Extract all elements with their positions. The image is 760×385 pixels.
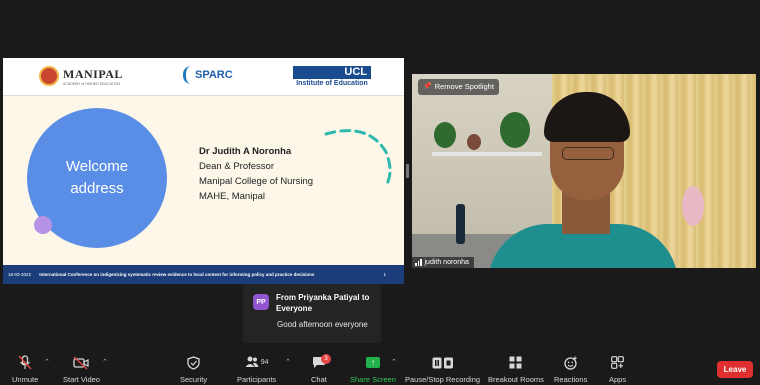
manipal-logo-subtitle: ACADEMY of HIGHER EDUCATION bbox=[63, 81, 121, 86]
manipal-logo-name: MANIPAL bbox=[63, 66, 123, 81]
slide-page-number: 1 bbox=[383, 272, 386, 277]
connection-signal-icon bbox=[415, 259, 422, 266]
pause-stop-recording-button[interactable]: Pause/Stop Recording bbox=[405, 355, 480, 384]
slide-footer-conference: International Conference on indigenizing… bbox=[39, 272, 315, 277]
participants-button[interactable]: 94 Participants bbox=[237, 355, 276, 384]
ucl-logo-subtitle: Institute of Education bbox=[296, 80, 368, 87]
video-off-icon bbox=[73, 355, 90, 370]
sparc-logo: SPARC bbox=[183, 66, 233, 84]
reactions-button[interactable]: Reactions bbox=[554, 355, 587, 384]
share-screen-button[interactable]: ↑ Share Screen bbox=[350, 355, 396, 384]
ucl-logo-name: UCL bbox=[293, 66, 371, 79]
chat-label: Chat bbox=[311, 375, 327, 384]
breakout-rooms-button[interactable]: Breakout Rooms bbox=[488, 355, 544, 384]
shield-icon bbox=[187, 355, 200, 370]
speaker-org: MAHE, Manipal bbox=[199, 191, 265, 202]
pause-stop-recording-label: Pause/Stop Recording bbox=[405, 375, 481, 384]
pin-icon: 📌 bbox=[423, 83, 432, 90]
share-options-caret-icon[interactable]: ⌃ bbox=[391, 358, 397, 366]
start-video-button[interactable]: Start Video bbox=[63, 355, 100, 384]
unmute-button[interactable]: Unmute bbox=[12, 355, 38, 384]
participant-name: judith noronha bbox=[424, 259, 469, 266]
avatar: PP bbox=[253, 294, 269, 310]
apps-icon bbox=[611, 355, 624, 370]
reactions-label: Reactions bbox=[554, 375, 588, 384]
apps-label: Apps bbox=[609, 375, 627, 384]
remove-spotlight-button[interactable]: 📌 Remove Spotlight bbox=[418, 79, 499, 95]
zoom-meeting-window: MANIPAL ACADEMY of HIGHER EDUCATION SPAR… bbox=[0, 0, 760, 385]
split-view-drag-handle[interactable] bbox=[406, 164, 409, 178]
remove-spotlight-label: Remove Spotlight bbox=[434, 82, 494, 91]
chat-message: Good afternoon everyone bbox=[277, 320, 368, 329]
pause-stop-icon bbox=[432, 355, 454, 370]
decorative-dot bbox=[34, 216, 52, 234]
slide-logo-header: MANIPAL ACADEMY of HIGHER EDUCATION SPAR… bbox=[3, 58, 404, 96]
chat-unread-badge: 3 bbox=[321, 354, 331, 364]
apps-button[interactable]: Apps bbox=[609, 355, 626, 384]
speaker-info: Dr Judith A Noronha Dean & Professor Man… bbox=[199, 144, 313, 204]
security-button[interactable]: Security bbox=[180, 355, 207, 384]
slide-footer: 16-03-2022 International Conference on i… bbox=[3, 265, 404, 284]
breakout-rooms-label: Breakout Rooms bbox=[488, 375, 544, 384]
participants-label: Participants bbox=[237, 375, 277, 384]
welcome-title-line1: Welcome bbox=[65, 158, 129, 175]
speaker-role: Dean & Professor bbox=[199, 161, 274, 172]
audio-options-caret-icon[interactable]: ⌃ bbox=[44, 358, 50, 366]
shared-slide: MANIPAL ACADEMY of HIGHER EDUCATION SPAR… bbox=[3, 58, 404, 284]
manipal-seal-icon bbox=[39, 66, 59, 86]
manipal-logo: MANIPAL ACADEMY of HIGHER EDUCATION bbox=[39, 66, 123, 86]
smiley-plus-icon bbox=[564, 355, 578, 370]
speaker-college: Manipal College of Nursing bbox=[199, 176, 314, 187]
video-options-caret-icon[interactable]: ⌃ bbox=[102, 358, 108, 366]
unmute-label: Unmute bbox=[12, 375, 39, 384]
welcome-title-line2: address bbox=[70, 180, 124, 197]
sparc-mark-icon bbox=[183, 66, 195, 84]
slide-footer-date: 16-03-2022 bbox=[8, 272, 32, 277]
chat-sender: From Priyanka Patiyal to Everyone bbox=[276, 293, 370, 313]
participants-options-caret-icon[interactable]: ⌃ bbox=[285, 358, 291, 366]
leave-button[interactable]: Leave bbox=[717, 361, 753, 378]
participants-icon bbox=[245, 355, 259, 371]
start-video-label: Start Video bbox=[63, 375, 100, 384]
participants-count: 94 bbox=[260, 359, 269, 366]
breakout-rooms-grid-icon bbox=[509, 355, 522, 370]
speaker-name: Dr Judith A Noronha bbox=[199, 146, 292, 157]
participant-name-tag: judith noronha bbox=[412, 257, 474, 268]
participant-video bbox=[412, 74, 756, 268]
security-label: Security bbox=[180, 375, 208, 384]
share-screen-label: Share Screen bbox=[350, 375, 396, 384]
decorative-dashed-arc bbox=[324, 129, 392, 188]
muted-microphone-icon bbox=[18, 355, 32, 370]
share-screen-arrow-icon: ↑ bbox=[365, 357, 380, 368]
sparc-logo-name: SPARC bbox=[195, 69, 233, 81]
ucl-logo: UCL Institute of Education bbox=[293, 66, 371, 87]
chat-notification-popup[interactable]: PP From Priyanka Patiyal to Everyone Goo… bbox=[243, 284, 381, 343]
